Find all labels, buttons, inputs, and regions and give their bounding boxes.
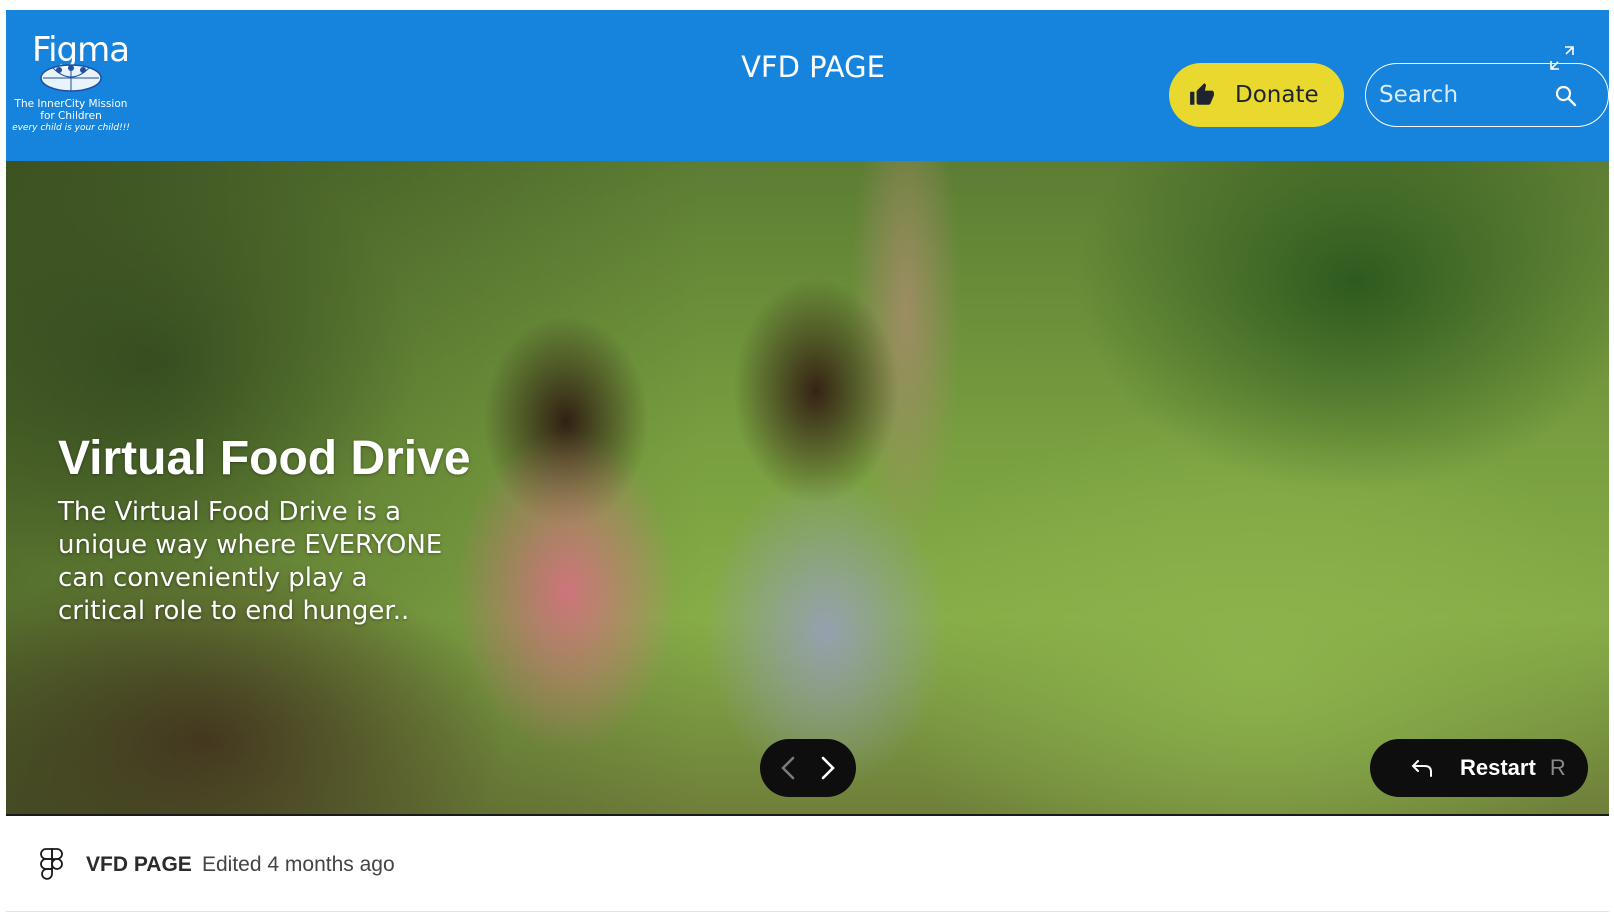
chevron-left-icon[interactable] [774,753,804,783]
org-name-line1: The InnerCity Mission [14,98,128,110]
slide-navigation [760,739,856,797]
edited-timestamp: Edited 4 months ago [202,853,395,876]
hero-heading: Virtual Food Drive [58,432,471,485]
expand-icon[interactable] [1545,43,1579,77]
restart-shortcut-key: R [1549,755,1566,780]
search-input[interactable] [1377,78,1551,112]
chevron-right-icon[interactable] [812,753,842,783]
thumbs-up-icon [1190,83,1214,105]
restart-button[interactable]: Restart R [1370,739,1588,797]
file-info-bar: VFD PAGE Edited 4 months ago [6,816,1609,911]
restart-arrow-icon [1411,760,1432,777]
restart-label: Restart [1460,755,1536,780]
org-logo-text: The InnerCity Mission for Children every… [10,98,132,134]
hero-description: The Virtual Food Drive is a unique way w… [58,497,443,626]
org-name-line2: for Children [40,110,102,122]
file-name: VFD PAGE [86,853,192,876]
figma-icon [40,848,63,880]
hero-shade [6,161,706,814]
donate-button[interactable]: Donate [1169,63,1344,127]
hero-banner: Virtual Food Drive The Virtual Food Driv… [6,161,1609,814]
site-header: Figma The InnerCity Mission for Children… [6,10,1609,161]
search-icon[interactable] [1554,84,1578,108]
donate-label: Donate [1235,82,1319,108]
org-tagline: every child is your child!!! [12,123,130,133]
